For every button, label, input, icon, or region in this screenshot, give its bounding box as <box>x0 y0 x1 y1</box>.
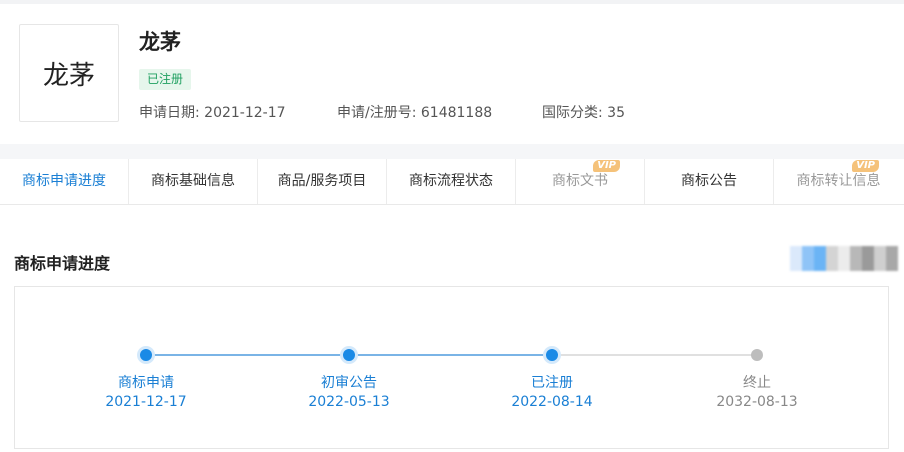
vip-badge: VIP <box>593 160 620 172</box>
section-title: 商标申请进度 <box>14 254 111 273</box>
tab-4[interactable]: 商标流程状态 <box>387 159 516 204</box>
tab-bar: 商标申请进度 商标基础信息 商品/服务项目 商标流程状态 商标文书 VIP 商标公告 商标转让… <box>0 159 904 205</box>
progress-timeline: 商标申请 2021-12-17 初审公告 2022-05-13 已注册 2022-08-1… <box>14 286 889 449</box>
timeline-step-label: 已注册 <box>531 375 573 391</box>
trademark-logo: 龙茅 <box>19 24 119 122</box>
timeline-step-label: 初审公告 <box>321 375 377 391</box>
tab-label: 商标申请进度 <box>22 173 106 189</box>
trademark-header: 龙茅 龙茅 已注册 申请日期: 2021-12-17 申请/注册号: 61481… <box>0 4 904 144</box>
tab-label: 商品/服务项目 <box>277 173 367 189</box>
timeline-node <box>343 349 355 361</box>
tab-5[interactable]: 商标文书 VIP <box>516 159 645 204</box>
tab-label: 商标文书 <box>552 173 608 189</box>
intl-class: 国际分类: 35 <box>542 105 625 121</box>
tab-1[interactable]: 商标申请进度 <box>0 159 129 204</box>
timeline-node <box>751 349 763 361</box>
status-badge: 已注册 <box>139 69 192 90</box>
tab-7[interactable]: 商标转让信息 VIP <box>774 159 903 204</box>
timeline-step-date: 2022-05-13 <box>308 394 390 410</box>
vip-badge: VIP <box>852 160 879 172</box>
timeline-step-date: 2021-12-17 <box>105 394 187 410</box>
timeline-node <box>546 349 558 361</box>
tab-label: 商标基础信息 <box>151 173 235 189</box>
timeline-step-date: 2032-08-13 <box>716 394 798 410</box>
blurred-widget[interactable] <box>790 246 898 271</box>
timeline-node <box>140 349 152 361</box>
section-divider <box>0 144 904 159</box>
tab-2[interactable]: 商标基础信息 <box>129 159 258 204</box>
registration-number: 申请/注册号: 61481188 <box>337 105 493 121</box>
timeline-connector <box>349 354 552 356</box>
tab-label: 商标公告 <box>681 173 737 189</box>
timeline-step-label: 商标申请 <box>118 375 174 391</box>
timeline-step-date: 2022-08-14 <box>511 394 593 410</box>
tab-3[interactable]: 商品/服务项目 <box>258 159 387 204</box>
timeline-step-label: 终止 <box>743 375 771 391</box>
timeline-connector <box>552 354 757 356</box>
application-date: 申请日期: 2021-12-17 <box>139 105 286 121</box>
trademark-name: 龙茅 <box>139 30 181 54</box>
trademark-meta: 申请日期: 2021-12-17 申请/注册号: 61481188 国际分类: … <box>139 102 625 122</box>
tab-label: 商标流程状态 <box>409 173 493 189</box>
tab-label: 商标转让信息 <box>796 173 881 189</box>
timeline-connector <box>146 354 349 356</box>
tab-6[interactable]: 商标公告 <box>645 159 774 204</box>
